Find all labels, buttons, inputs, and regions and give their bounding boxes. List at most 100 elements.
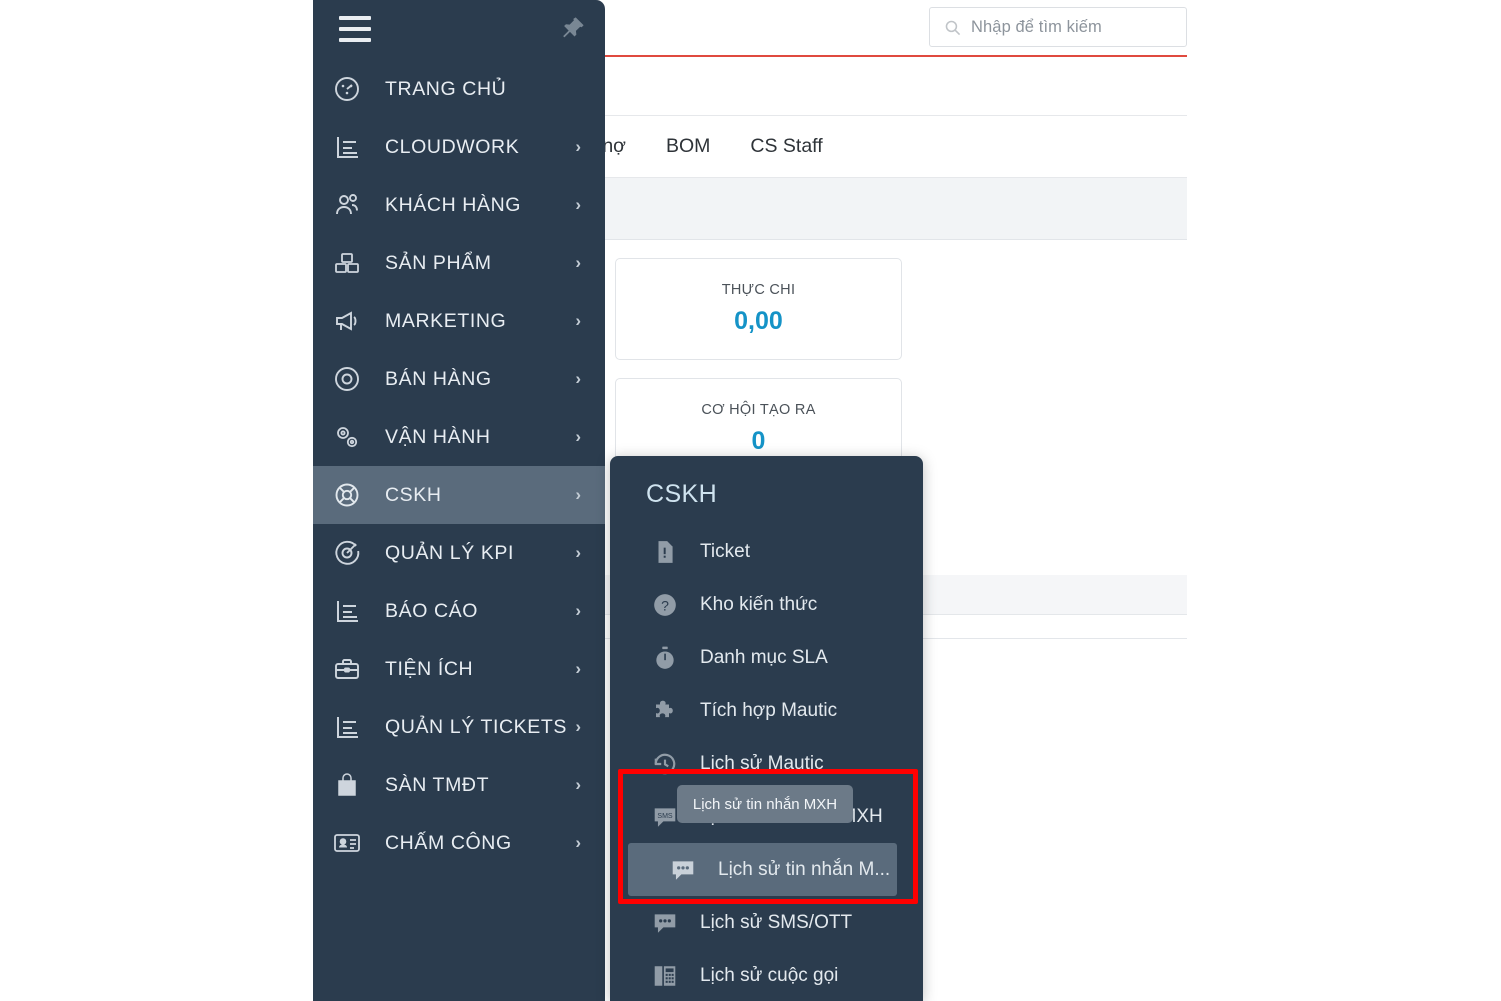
list-item: Đơ [883, 802, 1187, 822]
list-item: Đơ [883, 874, 1187, 894]
dashboard-icon [331, 73, 363, 105]
chart-bar-icon [337, 601, 358, 622]
chevron-right-icon: › [575, 717, 581, 736]
sidebar-item-label: MARKETING [385, 309, 507, 332]
sidebar-nav-list: TRANG CHỦ CLOUDWORK › KHÁCH HÀNG › SẢN P… [313, 60, 605, 872]
list-item: đơ [883, 730, 1187, 750]
sidebar-item-label: QUẢN LÝ TICKETS [385, 715, 568, 738]
kpi-target-icon [335, 540, 360, 565]
sidebar-item-label: QUẢN LÝ KPI [385, 541, 515, 564]
document-alert-icon [658, 540, 673, 563]
svg-text:SMS: SMS [657, 813, 673, 820]
sidebar-item-tien-ich[interactable]: TIỆN ÍCH › [313, 640, 605, 698]
sidebar-item-cskh[interactable]: CSKH › [313, 466, 605, 524]
chevron-right-icon: › [575, 427, 581, 446]
shopping-bag-icon [338, 773, 356, 796]
sidebar-item-label: KHÁCH HÀNG [385, 193, 522, 216]
list-item: Đơ [883, 910, 1187, 930]
sidebar-item-label: TIỆN ÍCH [385, 657, 474, 680]
submenu-item-lich-su-tin-nhan-m-selected[interactable]: Lịch sử tin nhắn M... [628, 843, 897, 896]
puzzle-piece-icon [656, 700, 673, 717]
chevron-right-icon: › [575, 485, 581, 504]
chat-bubble-icon [672, 860, 694, 880]
chevron-right-icon: › [575, 775, 581, 794]
chat-bubble-icon [654, 913, 676, 933]
tab-cs-staff[interactable]: CS Staff [750, 135, 822, 158]
sidebar-item-cloudwork[interactable]: CLOUDWORK › [313, 118, 605, 176]
chevron-right-icon: › [575, 833, 581, 852]
sidebar-item-quan-ly-tickets[interactable]: QUẢN LÝ TICKETS › [313, 698, 605, 756]
stopwatch-icon [656, 646, 674, 669]
chevron-right-icon: › [575, 311, 581, 330]
submenu-item-label: Lịch sử tin nhắn M... [718, 858, 891, 880]
chevron-right-icon: › [575, 601, 581, 620]
submenu-title: CSKH [646, 480, 718, 508]
search-input[interactable]: Nhập để tìm kiếm [929, 7, 1187, 47]
submenu-item-label: Danh mục SLA [700, 646, 828, 668]
search-placeholder-text: Nhập để tìm kiếm [971, 17, 1102, 36]
submenu-item-tich-hop-mautic[interactable]: Tích hợp Mautic [610, 684, 923, 737]
svg-text:?: ? [661, 597, 669, 613]
stat-card-thuc-chi: THỰC CHI 0,00 [615, 258, 902, 360]
sidebar-item-ban-hang[interactable]: BÁN HÀNG › [313, 350, 605, 408]
chevron-right-icon: › [575, 659, 581, 678]
stat-label: CƠ HỘI TẠO RA [701, 402, 816, 418]
sidebar-item-trang-chu[interactable]: TRANG CHỦ [313, 60, 605, 118]
sidebar-item-label: VẬN HÀNH [385, 425, 491, 448]
sidebar-item-cham-cong[interactable]: CHẤM CÔNG › [313, 814, 605, 872]
search-icon [944, 19, 961, 36]
sidebar-item-label: BÁO CÁO [385, 599, 479, 622]
desk-phone-icon [654, 965, 676, 986]
sidebar-header [313, 0, 605, 58]
submenu-item-label: Tích hợp Mautic [700, 699, 838, 721]
submenu-item-lich-su-sms-ott[interactable]: Lịch sử SMS/OTT [610, 896, 923, 949]
submenu-item-danh-muc-sla[interactable]: Danh mục SLA [610, 631, 923, 684]
hamburger-menu-icon[interactable] [339, 16, 371, 42]
sidebar-item-quan-ly-kpi[interactable]: QUẢN LÝ KPI › [313, 524, 605, 582]
sidebar-item-label: CLOUDWORK [385, 135, 520, 158]
sidebar: TRANG CHỦ CLOUDWORK › KHÁCH HÀNG › SẢN P… [313, 0, 605, 1001]
submenu-item-kho-kien-thuc[interactable]: ? Kho kiến thức [610, 578, 923, 631]
users-icon [331, 189, 363, 221]
list-item: Đơ [883, 946, 1187, 966]
cskh-submenu-panel: CSKH Ticket ? Kho kiến thức Danh mục SLA [610, 456, 923, 1001]
panel-right-subtitle: Ti [887, 698, 1187, 718]
pin-icon[interactable] [560, 14, 586, 42]
sidebar-item-label: CHẤM CÔNG [385, 831, 512, 854]
gears-icon [331, 421, 363, 453]
tab-bom[interactable]: BOM [666, 135, 710, 158]
tooltip-text: Lịch sử tin nhắn MXH [692, 795, 838, 813]
chevron-right-icon: › [575, 195, 581, 214]
sidebar-item-san-tmdt[interactable]: SÀN TMĐT › [313, 756, 605, 814]
submenu-item-label: Lịch sử cuộc gọi [700, 964, 839, 986]
sidebar-item-marketing[interactable]: MARKETING › [313, 292, 605, 350]
chevron-right-icon: › [575, 253, 581, 272]
sidebar-item-label: CSKH [385, 483, 442, 506]
boxes-icon [331, 247, 363, 279]
sidebar-item-van-hanh[interactable]: VẬN HÀNH › [313, 408, 605, 466]
submenu-item-ticket[interactable]: Ticket [610, 525, 923, 578]
sidebar-item-label: SÀN TMĐT [385, 773, 490, 796]
stat-value: 0,00 [734, 307, 783, 335]
id-card-icon [334, 834, 360, 852]
sidebar-item-bao-cao[interactable]: BÁO CÁO › [313, 582, 605, 640]
submenu-item-label: Lịch sử SMS/OTT [700, 911, 853, 933]
submenu-item-lich-su-mautic[interactable]: Lịch sử Mautic [610, 737, 923, 790]
stat-value: 0 [751, 427, 766, 455]
megaphone-icon [331, 305, 363, 337]
chevron-right-icon: › [575, 543, 581, 562]
submenu-item-lich-su-cuoc-goi[interactable]: Lịch sử cuộc gọi [610, 949, 923, 1001]
sidebar-item-khach-hang[interactable]: KHÁCH HÀNG › [313, 176, 605, 234]
question-circle-icon: ? [654, 593, 676, 616]
sidebar-item-label: BÁN HÀNG [385, 367, 492, 390]
sms-bubble-icon: SMS [654, 807, 676, 827]
lifebuoy-icon [331, 479, 363, 511]
history-clock-icon [654, 753, 676, 774]
sidebar-item-label: TRANG CHỦ [385, 77, 507, 100]
chevron-right-icon: › [575, 369, 581, 388]
screenshot-root: Nhập để tìm kiếm Telesales Hoạt động Côn… [0, 0, 1501, 1001]
submenu-item-label: Ticket [700, 540, 750, 562]
chart-bar-icon [337, 717, 358, 738]
sidebar-item-san-pham[interactable]: SẢN PHẨM › [313, 234, 605, 292]
stat-label: THỰC CHI [721, 282, 796, 298]
